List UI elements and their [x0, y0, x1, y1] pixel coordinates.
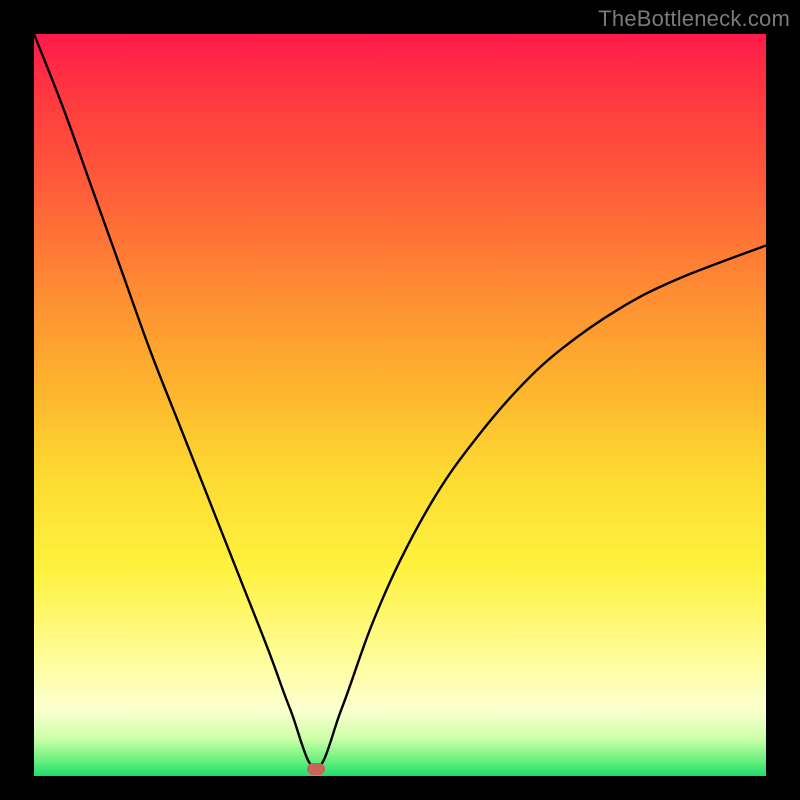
optimum-marker	[307, 763, 325, 775]
watermark-text: TheBottleneck.com	[598, 6, 790, 32]
curve-path	[34, 34, 766, 769]
bottleneck-curve	[34, 34, 766, 776]
plot-area	[34, 34, 766, 776]
chart-frame: TheBottleneck.com	[0, 0, 800, 800]
